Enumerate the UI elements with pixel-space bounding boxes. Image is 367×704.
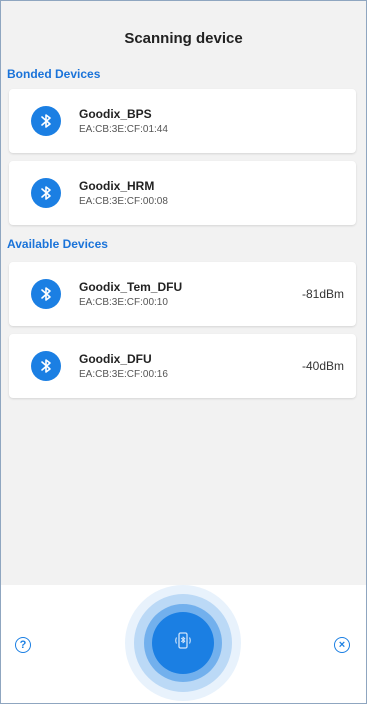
bonded-device-card[interactable]: Goodix_HRM EA:CB:3E:CF:00:08	[9, 161, 356, 225]
bonded-devices-title: Bonded Devices	[7, 67, 101, 81]
bluetooth-icon	[31, 279, 61, 309]
device-rssi: -40dBm	[301, 359, 344, 373]
device-name: Goodix_HRM	[79, 179, 155, 193]
device-rssi: -81dBm	[301, 287, 344, 301]
device-name: Goodix_BPS	[79, 107, 152, 121]
device-name: Goodix_Tem_DFU	[79, 280, 183, 294]
bottom-bar: ? ×	[1, 585, 366, 703]
available-device-card[interactable]: Goodix_Tem_DFU EA:CB:3E:CF:00:10 -81dBm	[9, 262, 356, 326]
device-mac: EA:CB:3E:CF:00:08	[79, 196, 168, 207]
scanning-device-screen: Scanning device Bonded Devices Goodix_BP…	[0, 0, 367, 704]
scan-button[interactable]	[152, 612, 214, 674]
bonded-device-card[interactable]: Goodix_BPS EA:CB:3E:CF:01:44	[9, 89, 356, 153]
available-devices-title: Available Devices	[7, 237, 108, 251]
device-mac: EA:CB:3E:CF:00:10	[79, 297, 168, 308]
page-title: Scanning device	[124, 29, 243, 47]
device-name: Goodix_DFU	[79, 352, 152, 366]
bluetooth-icon	[31, 178, 61, 208]
device-mac: EA:CB:3E:CF:01:44	[79, 124, 168, 135]
device-mac: EA:CB:3E:CF:00:16	[79, 369, 168, 380]
bluetooth-icon	[31, 351, 61, 381]
bluetooth-icon	[31, 106, 61, 136]
help-icon[interactable]: ?	[15, 637, 31, 653]
close-icon[interactable]: ×	[334, 637, 350, 653]
available-device-card[interactable]: Goodix_DFU EA:CB:3E:CF:00:16 -40dBm	[9, 334, 356, 398]
phone-bluetooth-icon	[172, 630, 194, 657]
